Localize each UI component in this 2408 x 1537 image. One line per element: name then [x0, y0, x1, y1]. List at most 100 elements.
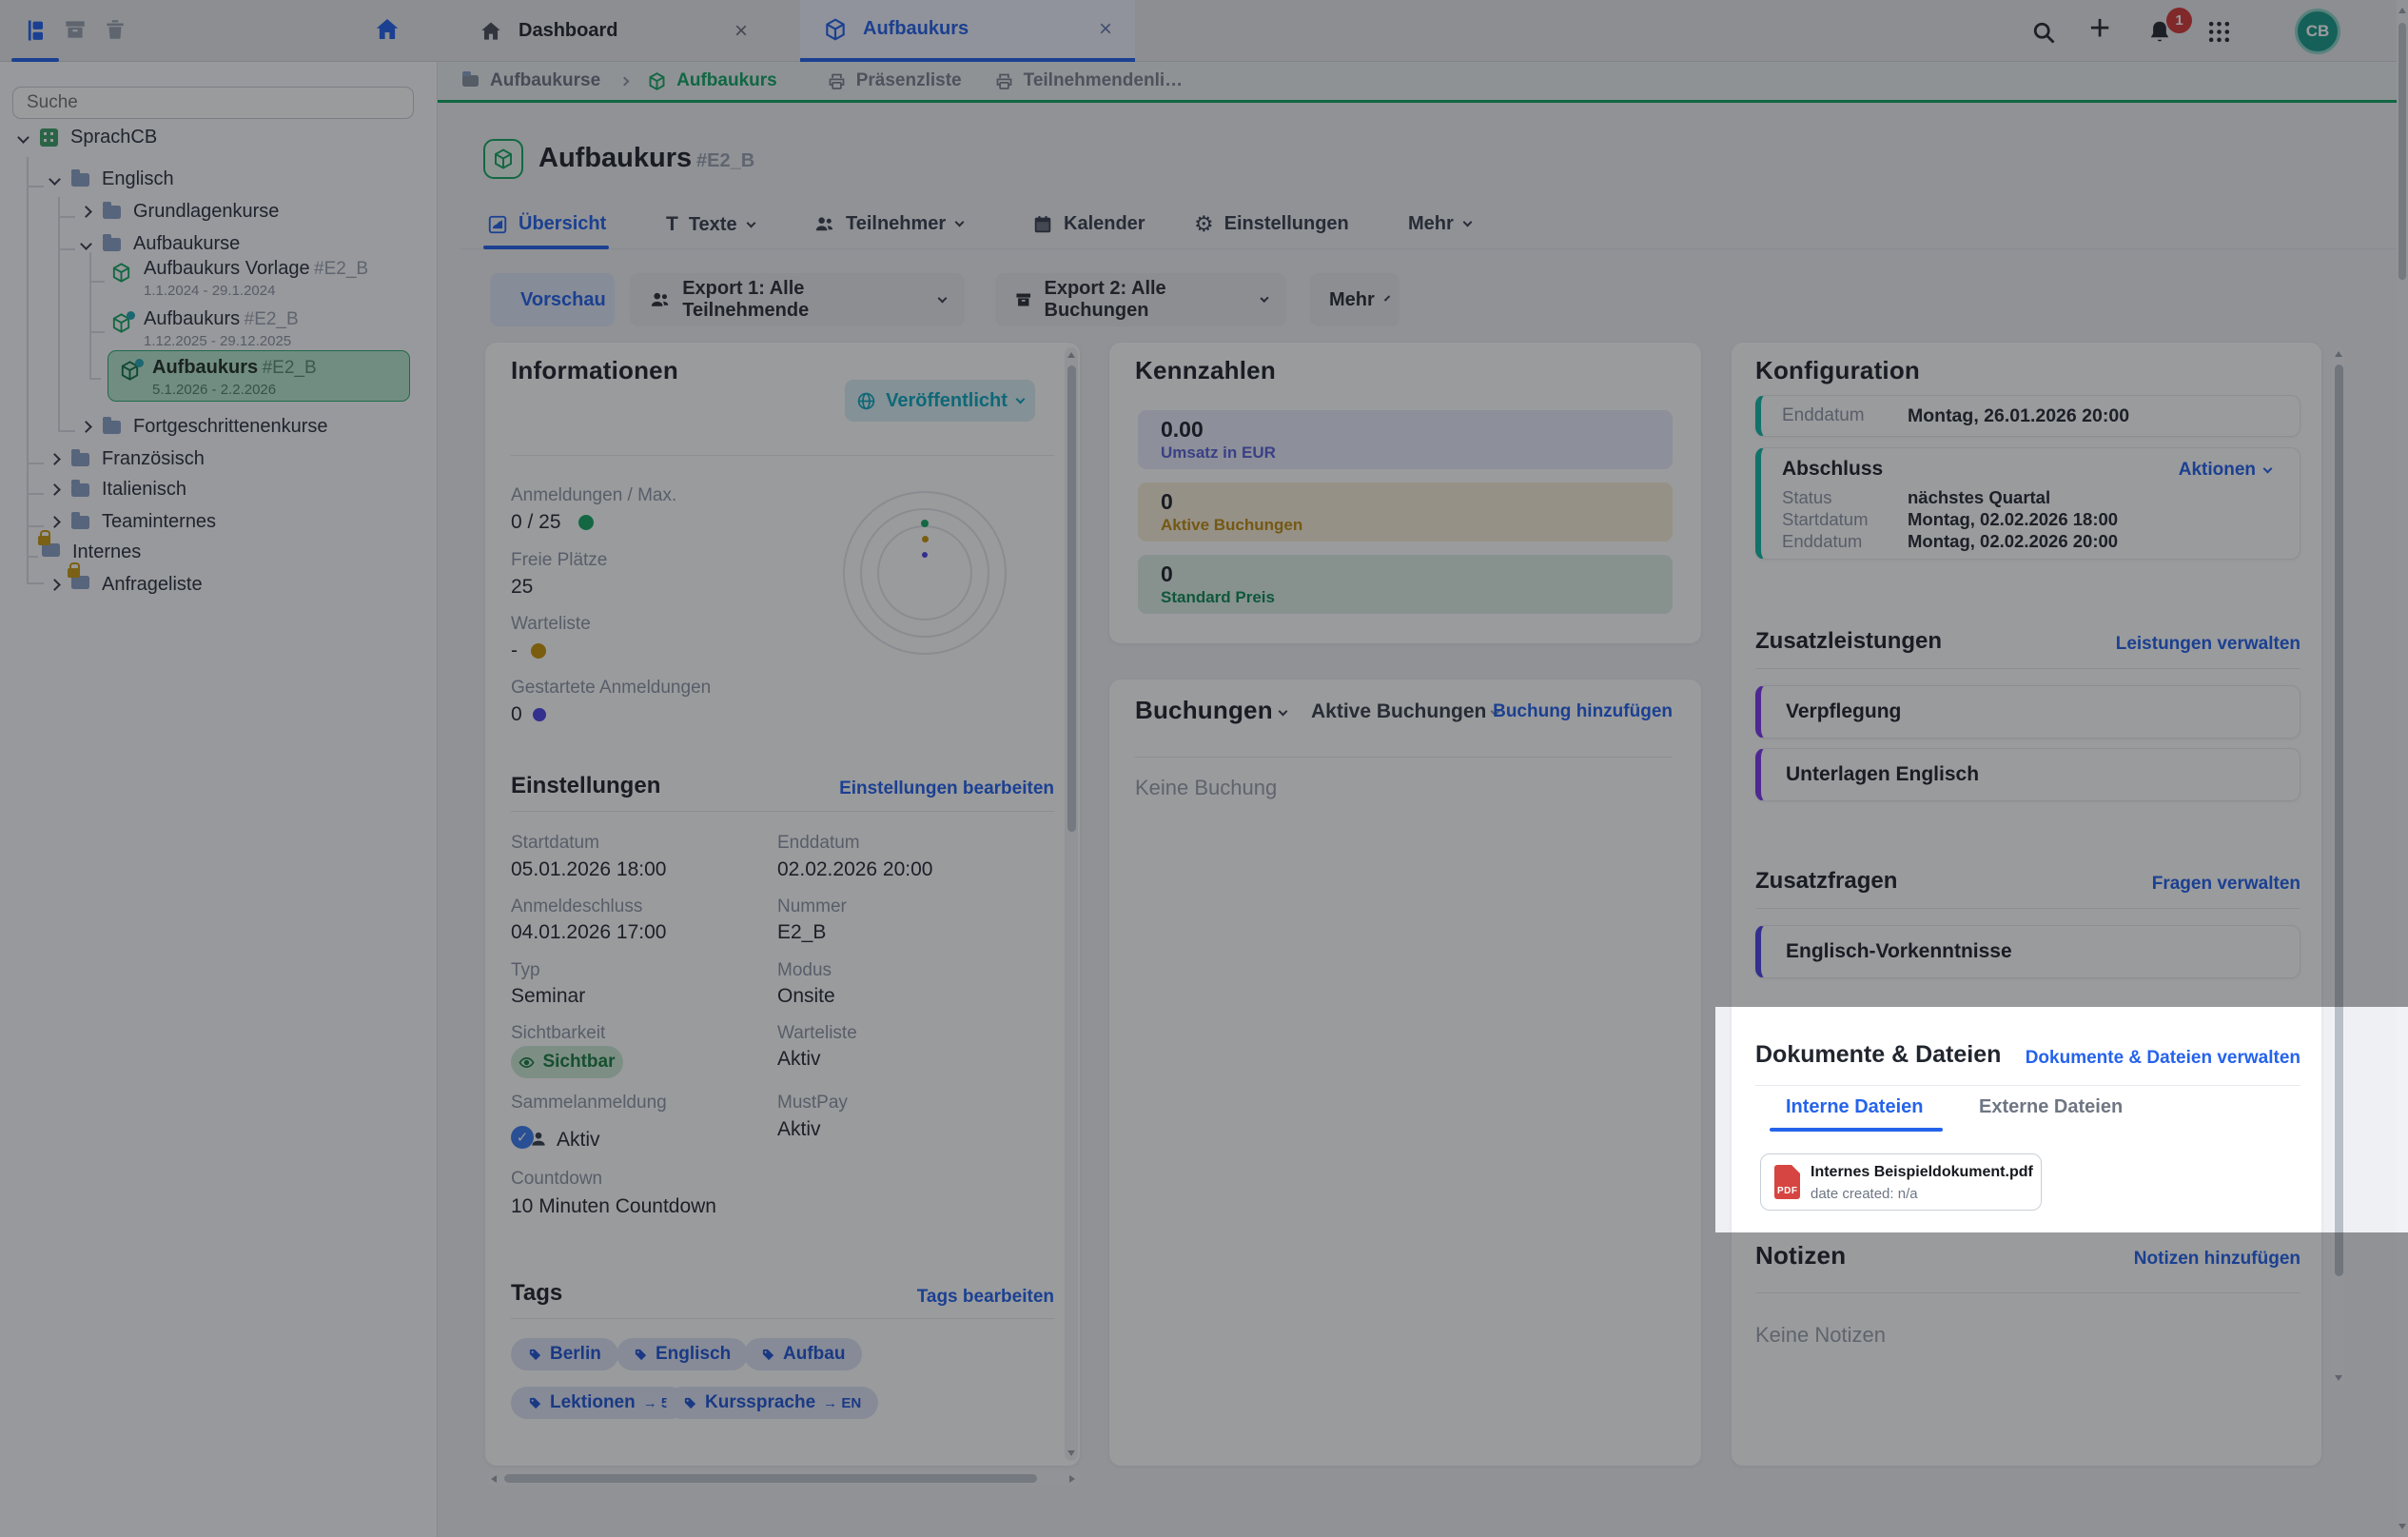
- tree-label: Internes: [72, 542, 141, 563]
- tree-item-course-2025[interactable]: Aufbaukurs #E2_B 1.12.2025 - 29.12.2025: [110, 308, 299, 349]
- tree-item-course-vorlage[interactable]: Aufbaukurs Vorlage #E2_B 1.1.2024 - 29.1…: [110, 258, 368, 299]
- einstellungen-bearbeiten-link[interactable]: Einstellungen bearbeiten: [839, 778, 1054, 799]
- leistung-verpflegung[interactable]: Verpflegung: [1755, 685, 2300, 739]
- chevron-down-icon: [955, 218, 965, 227]
- tree-item-teaminternes[interactable]: Teaminternes: [50, 511, 216, 533]
- add-icon[interactable]: +: [2089, 10, 2110, 47]
- dokumente-verwalten-link[interactable]: Dokumente & Dateien verwalten: [2026, 1048, 2300, 1069]
- tree-item-grundlagenkurse[interactable]: Grundlagenkurse: [82, 201, 279, 223]
- tree-item-aufbaukurse[interactable]: Aufbaukurse: [82, 233, 240, 255]
- tab-texte[interactable]: T Texte: [666, 213, 754, 236]
- tab-aufbaukurs[interactable]: Aufbaukurs ×: [800, 0, 1135, 62]
- tree-item-sprachcb[interactable]: SprachCB: [19, 127, 157, 148]
- aktionen-dropdown[interactable]: Aktionen: [2179, 460, 2271, 481]
- tag-berlin[interactable]: Berlin: [511, 1338, 618, 1370]
- tab-externe-dateien[interactable]: Externe Dateien: [1979, 1096, 2123, 1118]
- chevron-right-icon[interactable]: [80, 206, 92, 218]
- folder-icon: [42, 543, 60, 557]
- breadcrumb-aufbaukurse[interactable]: Aufbaukurse: [490, 70, 600, 91]
- tree-panel-icon[interactable]: [23, 17, 49, 44]
- export1-button[interactable]: Export 1: Alle Teilnehmende: [630, 273, 965, 326]
- info-horizontal-scrollbar[interactable]: [486, 1471, 1080, 1486]
- course-dates: 5.1.2026 - 2.2.2026: [152, 382, 317, 398]
- status-dropdown[interactable]: Veröffentlicht: [845, 380, 1035, 422]
- tag-aufbau[interactable]: Aufbau: [744, 1338, 862, 1370]
- buchung-hinzufuegen-link[interactable]: Buchung hinzufügen: [1493, 701, 1673, 722]
- tree-item-franzoesisch[interactable]: Französisch: [50, 448, 205, 470]
- folder-icon: [462, 75, 479, 87]
- globe-icon: [856, 391, 876, 411]
- tree-label: Aufbaukurs: [152, 357, 258, 378]
- people-icon: [813, 213, 835, 235]
- chevron-right-icon[interactable]: [49, 579, 61, 591]
- leistungen-verwalten-link[interactable]: Leistungen verwalten: [2116, 634, 2300, 655]
- search-icon[interactable]: [2030, 19, 2057, 46]
- page-scrollbar[interactable]: [2397, 0, 2408, 1537]
- chevron-right-icon[interactable]: [49, 483, 61, 496]
- konfiguration-title: Konfiguration: [1755, 356, 1920, 385]
- tags-bearbeiten-link[interactable]: Tags bearbeiten: [917, 1287, 1054, 1308]
- text-icon: T: [666, 213, 678, 236]
- archive-icon[interactable]: [63, 17, 88, 42]
- notizen-title: Notizen: [1755, 1241, 1846, 1271]
- avatar[interactable]: CB: [2295, 9, 2340, 54]
- buchungen-filter[interactable]: Aktive Buchungen: [1311, 700, 1486, 723]
- people-icon: [649, 288, 671, 311]
- tag-englisch[interactable]: Englisch: [617, 1338, 748, 1370]
- trash-icon[interactable]: [103, 17, 127, 42]
- tab-dashboard-close-icon[interactable]: ×: [734, 18, 748, 45]
- folder-icon: [103, 206, 121, 219]
- abschluss-card: Abschluss Aktionen Statusnächstes Quarta…: [1755, 447, 2300, 560]
- tag-kurssprache[interactable]: Kurssprache → EN: [666, 1387, 878, 1419]
- file-card[interactable]: PDF Internes Beispieldokument.pdf date c…: [1760, 1153, 2042, 1211]
- breadcrumb-aufbaukurs[interactable]: Aufbaukurs: [676, 70, 777, 91]
- home-icon[interactable]: [373, 15, 401, 44]
- top-bar: Dashboard × Aufbaukurs × + 1 CB: [0, 0, 2408, 62]
- tab-teilnehmer[interactable]: Teilnehmer: [813, 213, 963, 235]
- frage-englisch-vorkenntnisse[interactable]: Englisch-Vorkenntnisse: [1755, 925, 2300, 978]
- fragen-verwalten-link[interactable]: Fragen verwalten: [2152, 874, 2300, 895]
- tree-item-englisch[interactable]: Englisch: [50, 168, 174, 190]
- tree-item-fortgeschrittenenkurse[interactable]: Fortgeschrittenenkurse: [82, 416, 328, 438]
- stat-label: Anmeldungen / Max.: [511, 485, 676, 506]
- chevron-right-icon[interactable]: [80, 421, 92, 433]
- search-input[interactable]: [12, 87, 414, 119]
- chevron-down-icon: [1015, 394, 1025, 404]
- tree-item-course-selected[interactable]: Aufbaukurs #E2_B 5.1.2026 - 2.2.2026: [108, 350, 410, 402]
- tree-item-internes[interactable]: Internes: [42, 542, 141, 563]
- apps-grid-icon[interactable]: [2207, 20, 2231, 44]
- konfiguration-scrollbar[interactable]: [2332, 347, 2345, 1385]
- leistung-unterlagen[interactable]: Unterlagen Englisch: [1755, 748, 2300, 801]
- info-vertical-scrollbar[interactable]: [1065, 347, 1078, 1461]
- tab-dashboard[interactable]: Dashboard ×: [456, 0, 771, 62]
- export2-button[interactable]: Export 2: Alle Buchungen: [995, 273, 1286, 326]
- tab-einstellungen[interactable]: ⚙ Einstellungen: [1194, 213, 1349, 235]
- breadcrumb-action-praesenzliste[interactable]: Präsenzliste: [856, 70, 962, 91]
- tab-dashboard-label: Dashboard: [519, 20, 617, 42]
- tab-kalender[interactable]: Kalender: [1032, 213, 1145, 235]
- tab-uebersicht[interactable]: Übersicht: [487, 213, 606, 235]
- page-title-code: #E2_B: [696, 150, 754, 172]
- tag-lektionen[interactable]: Lektionen → 5: [511, 1387, 686, 1419]
- tag-icon: [634, 1348, 648, 1362]
- notizen-hinzufuegen-link[interactable]: Notizen hinzufügen: [2134, 1249, 2300, 1270]
- course-code: #E2_B: [245, 309, 299, 329]
- tab-mehr[interactable]: Mehr: [1408, 213, 1471, 235]
- breadcrumb-action-teilnehmendenliste[interactable]: Teilnehmendenli…: [1024, 70, 1184, 91]
- chevron-down-icon[interactable]: [17, 131, 29, 144]
- printer-icon: [827, 71, 847, 91]
- tab-aufbaukurs-close-icon[interactable]: ×: [1099, 16, 1112, 43]
- chevron-right-icon[interactable]: [49, 453, 61, 465]
- vorschau-button[interactable]: Vorschau: [490, 273, 615, 326]
- course-code: #E2_B: [263, 358, 317, 378]
- einstellungen-section-title: Einstellungen: [511, 773, 660, 799]
- tree-item-anfrageliste[interactable]: Anfrageliste: [50, 574, 203, 596]
- toolbar-mehr-button[interactable]: Mehr: [1310, 273, 1400, 326]
- tab-interne-dateien[interactable]: Interne Dateien: [1786, 1096, 1923, 1118]
- chevron-down-icon[interactable]: [49, 173, 61, 186]
- tree-item-italienisch[interactable]: Italienisch: [50, 479, 186, 501]
- tag-icon: [683, 1396, 697, 1410]
- chevron-down-icon[interactable]: [80, 238, 92, 250]
- tree-label: Aufbaukurse: [133, 233, 240, 255]
- chevron-right-icon[interactable]: [49, 516, 61, 528]
